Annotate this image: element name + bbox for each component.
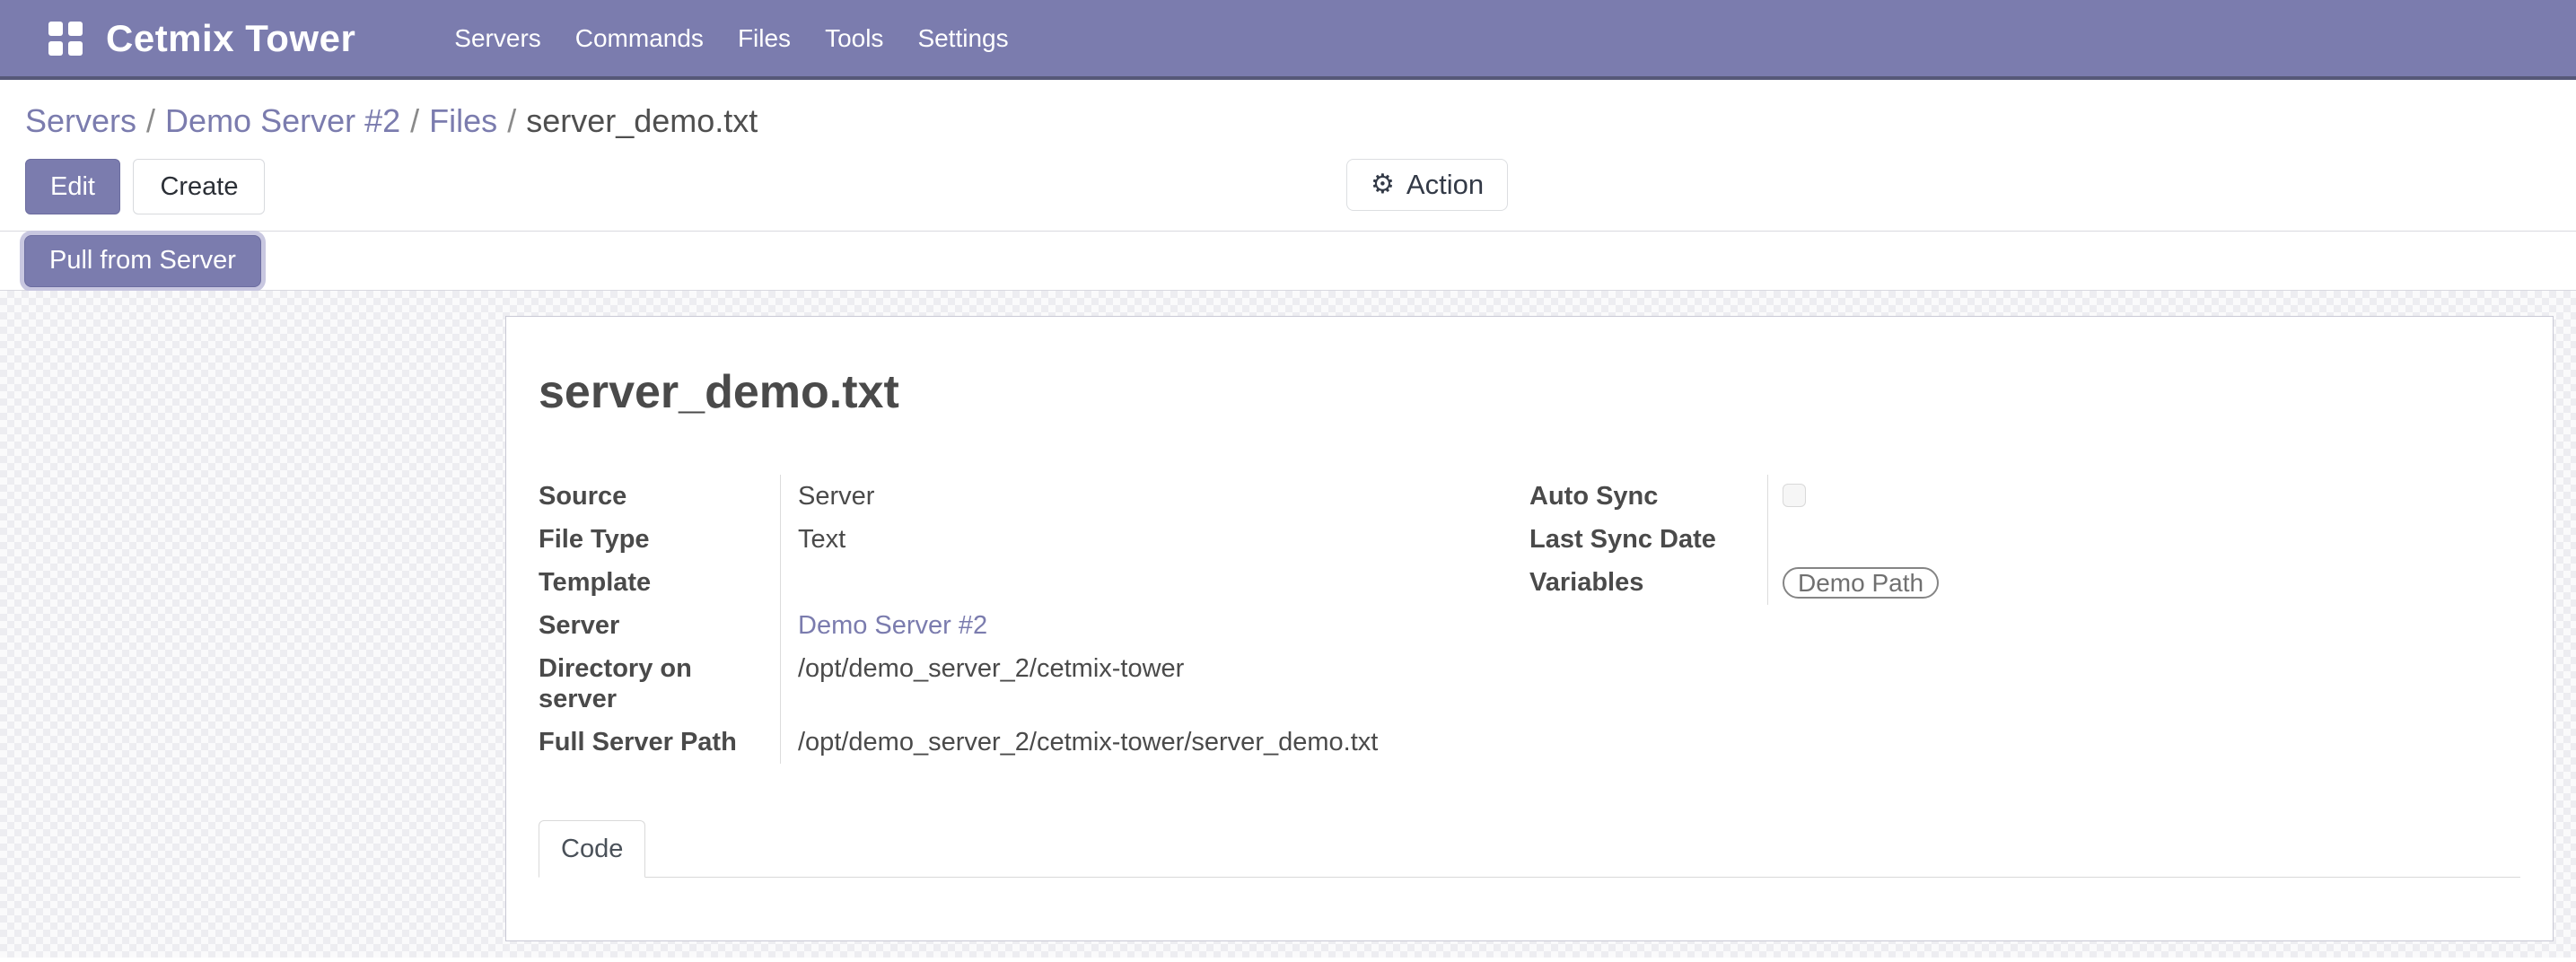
form-view-background: server_demo.txt Source Server File Type … bbox=[0, 291, 2576, 958]
breadcrumb-separator: / bbox=[146, 102, 155, 139]
server-link[interactable]: Demo Server #2 bbox=[798, 611, 987, 640]
apps-grid-square bbox=[48, 41, 63, 56]
field-label: Directory on server bbox=[539, 647, 781, 721]
record-title: server_demo.txt bbox=[539, 365, 2520, 419]
apps-grid-square bbox=[68, 41, 83, 56]
breadcrumb-current: server_demo.txt bbox=[526, 102, 758, 139]
gear-icon: ⚙ bbox=[1371, 171, 1395, 198]
field-row-source: Source Server bbox=[539, 475, 1529, 518]
breadcrumb-link-files[interactable]: Files bbox=[429, 102, 497, 139]
brand-title[interactable]: Cetmix Tower bbox=[106, 17, 355, 60]
field-label: Source bbox=[539, 475, 781, 518]
breadcrumb-link-demo-server[interactable]: Demo Server #2 bbox=[165, 102, 400, 139]
field-row-template: Template bbox=[539, 561, 1529, 604]
pull-from-server-button[interactable]: Pull from Server bbox=[24, 235, 261, 287]
form-sheet: server_demo.txt Source Server File Type … bbox=[505, 316, 2554, 941]
top-navbar: Cetmix Tower Servers Commands Files Tool… bbox=[0, 0, 2576, 80]
nav-item-servers[interactable]: Servers bbox=[454, 24, 540, 53]
app-window: Cetmix Tower Servers Commands Files Tool… bbox=[0, 0, 2576, 958]
field-label: Last Sync Date bbox=[1529, 518, 1768, 561]
field-label: Full Server Path bbox=[539, 721, 781, 764]
breadcrumb-link-servers[interactable]: Servers bbox=[25, 102, 136, 139]
apps-grid-square bbox=[48, 22, 63, 36]
field-label: Variables bbox=[1529, 561, 1768, 605]
field-value-directory: /opt/demo_server_2/cetmix-tower bbox=[781, 647, 1184, 721]
breadcrumb-separator: / bbox=[410, 102, 419, 139]
field-groups: Source Server File Type Text Template Se… bbox=[539, 475, 2520, 764]
field-label: File Type bbox=[539, 518, 781, 561]
nav-item-files[interactable]: Files bbox=[738, 24, 791, 53]
tab-code[interactable]: Code bbox=[539, 820, 645, 878]
field-row-server: Server Demo Server #2 bbox=[539, 604, 1529, 647]
field-label: Template bbox=[539, 561, 781, 604]
field-group-left: Source Server File Type Text Template Se… bbox=[539, 475, 1529, 764]
notebook: Code bbox=[539, 820, 2520, 878]
field-row-full-path: Full Server Path /opt/demo_server_2/cetm… bbox=[539, 721, 1529, 764]
field-label: Server bbox=[539, 604, 781, 647]
edit-button[interactable]: Edit bbox=[25, 159, 120, 214]
tab-bar: Code bbox=[539, 820, 2520, 878]
nav-item-commands[interactable]: Commands bbox=[575, 24, 704, 53]
apps-grid-square bbox=[68, 22, 83, 36]
action-button[interactable]: ⚙ Action bbox=[1346, 159, 1508, 211]
field-value-file-type: Text bbox=[781, 518, 846, 561]
field-row-file-type: File Type Text bbox=[539, 518, 1529, 561]
nav-item-tools[interactable]: Tools bbox=[825, 24, 883, 53]
create-button[interactable]: Create bbox=[133, 159, 265, 214]
field-row-last-sync-date: Last Sync Date bbox=[1529, 518, 2520, 561]
variable-tag-demo-path: Demo Path bbox=[1783, 567, 1939, 599]
action-button-label: Action bbox=[1406, 169, 1484, 201]
breadcrumb-separator: / bbox=[507, 102, 516, 139]
field-value-source: Server bbox=[781, 475, 874, 518]
field-row-auto-sync: Auto Sync bbox=[1529, 475, 2520, 518]
field-group-right: Auto Sync Last Sync Date Variables Demo … bbox=[1529, 475, 2520, 764]
nav-item-settings[interactable]: Settings bbox=[917, 24, 1008, 53]
field-value-last-sync-date bbox=[1768, 518, 1783, 561]
field-row-variables: Variables Demo Path bbox=[1529, 561, 2520, 605]
field-value-template bbox=[781, 561, 798, 604]
navbar-menu: Servers Commands Files Tools Settings bbox=[454, 24, 1008, 53]
button-row: Edit Create ⚙ Action bbox=[25, 159, 2576, 231]
control-panel: Servers / Demo Server #2 / Files / server_demo… bbox=[0, 80, 2576, 232]
statusbar: Pull from Server bbox=[0, 232, 2576, 291]
auto-sync-checkbox[interactable] bbox=[1783, 484, 1806, 507]
field-label: Auto Sync bbox=[1529, 475, 1768, 518]
apps-grid-icon[interactable] bbox=[48, 22, 83, 56]
breadcrumb: Servers / Demo Server #2 / Files / server_demo… bbox=[25, 101, 2576, 141]
field-row-directory: Directory on server /opt/demo_server_2/c… bbox=[539, 647, 1529, 721]
field-value-full-path: /opt/demo_server_2/cetmix-tower/server_d… bbox=[781, 721, 1378, 764]
